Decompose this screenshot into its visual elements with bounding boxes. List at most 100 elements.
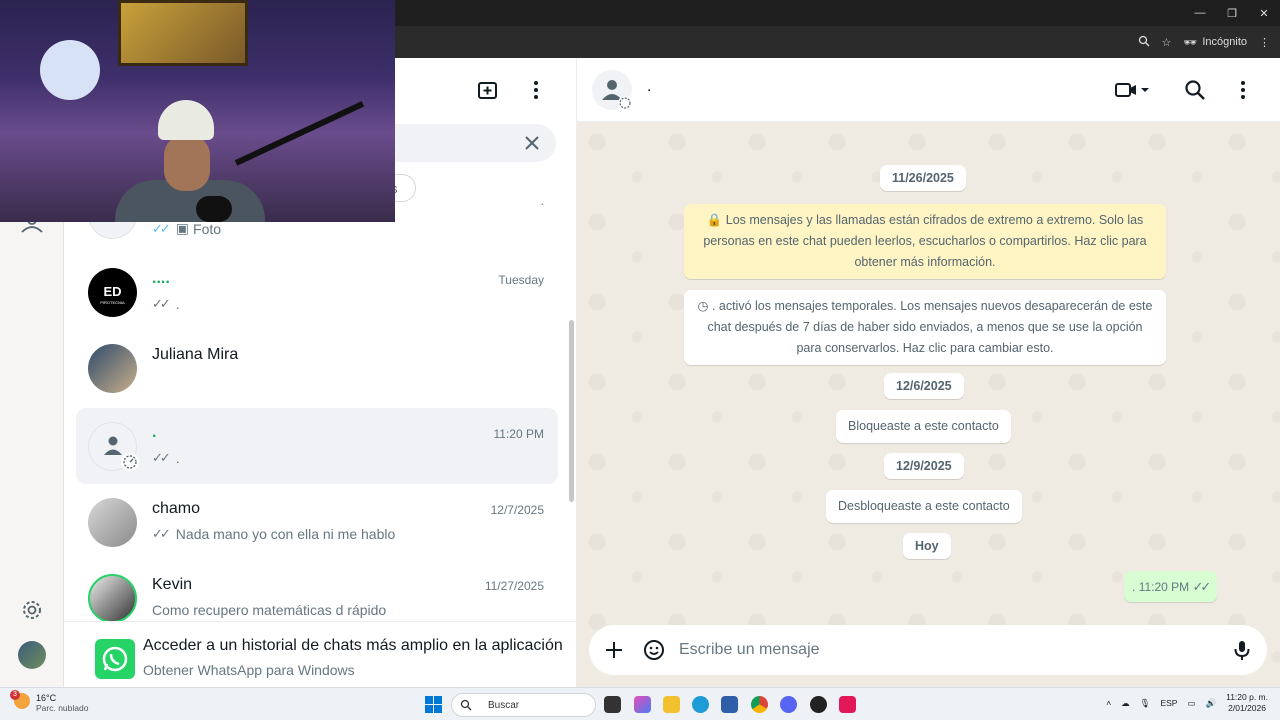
system-tray: ˄ ☁ 🎙 ESP ▭ 🔊 11:20 p. m. 2/01/2026 [1106,692,1268,714]
chat-last-message: ✓✓ . [152,296,180,312]
profile-avatar[interactable] [18,641,46,669]
whatsapp-logo-icon [95,639,135,679]
timer-icon [121,453,139,471]
chat-time: 12/7/2025 [490,503,544,517]
chat-time: 11/27/2025 [484,579,544,593]
chat-name: Kevin [152,576,193,593]
search-icon [460,699,472,711]
menu-kebab-icon[interactable] [524,78,548,102]
avatar-logo-subtext: PIROTECNIA [100,300,125,305]
task-view-icon[interactable] [604,696,621,713]
unblocked-notice: Desbloqueaste a este contacto [826,490,1022,523]
delivered-ticks-icon: ✓✓ [152,450,171,465]
language-indicator[interactable]: ESP [1160,698,1177,708]
conversation-header[interactable]: . [577,58,1280,122]
minimize-button[interactable]: — [1184,0,1216,26]
outgoing-message[interactable]: . 11:20 PM ✓✓ [1124,571,1217,602]
message-preview: . [175,296,180,312]
browser-menu-icon[interactable]: ⋮ [1259,36,1270,49]
chat-name: chamo [152,500,201,517]
chat-name: .... [152,270,170,287]
incognito-label: Incógnito [1202,36,1247,48]
message-preview: Nada mano yo con ella ni me hablo [175,526,396,542]
restore-button[interactable]: ❐ [1216,0,1248,26]
windows-taskbar: 3 16°C Parc. nublado Buscar ˄ ☁ 🎙 ESP ▭ … [0,687,1280,720]
contact-name[interactable]: . [647,78,651,96]
chat-list-item-active[interactable]: . 11:20 PM ✓✓ . [76,408,558,484]
message-composer [589,625,1267,675]
microphone [196,196,232,222]
attach-plus-icon[interactable] [602,638,626,662]
app-icon[interactable] [810,696,827,713]
chat-time: 11:20 PM [493,427,544,441]
contact-avatar [88,344,137,393]
person-cap [158,100,214,140]
incognito-icon: 🕶 [1183,36,1198,49]
read-ticks-icon: ✓✓ [152,220,171,236]
search-icon[interactable] [1183,78,1207,102]
chat-list-item[interactable]: chamo 12/7/2025 ✓✓ Nada mano yo con ella… [76,484,558,560]
chat-list-scrollbar[interactable] [569,320,574,502]
incognito-indicator[interactable]: 🕶 Incógnito [1183,36,1247,49]
delivered-ticks-icon: ✓✓ [152,526,171,541]
contact-avatar: ED PIROTECNIA [88,268,137,317]
new-chat-icon[interactable] [476,78,500,102]
menu-kebab-icon[interactable] [1231,78,1255,102]
microphone-icon[interactable] [1230,638,1254,662]
file-explorer-icon[interactable] [663,696,680,713]
avatar-logo-text: ED [103,284,122,299]
date-divider: 12/9/2025 [884,453,964,479]
delivered-ticks-icon: ✓✓ [1192,579,1212,594]
cloud-off-icon[interactable]: ☁ [1121,698,1130,709]
zoom-icon[interactable] [1138,35,1150,50]
chevron-up-icon[interactable]: ˄ [1106,698,1111,708]
network-icon[interactable]: ▭ [1187,698,1195,709]
message-input[interactable] [679,638,1199,662]
mic-arm [234,101,365,166]
clock[interactable]: 11:20 p. m. 2/01/2026 [1226,692,1268,714]
banner-link[interactable]: Obtener WhatsApp para Windows [143,662,355,678]
sticker-emoji-icon[interactable] [642,638,666,662]
edge-icon[interactable] [692,696,709,713]
taskbar-search[interactable]: Buscar [451,693,596,717]
mic-tray-icon[interactable]: 🎙 [1140,698,1151,709]
windows-start-icon[interactable] [425,696,442,713]
copilot-icon[interactable] [634,696,651,713]
discord-icon[interactable] [780,696,797,713]
conversation-panel: . 11/26/2025 🔒 Los mensajes y las llamad… [577,58,1280,687]
settings-gear-icon[interactable] [20,598,44,622]
store-icon[interactable] [721,696,738,713]
bookmark-star-icon[interactable]: ☆ [1162,36,1172,49]
video-call-icon[interactable] [1114,78,1138,102]
webcam-overlay [0,0,395,222]
photo-icon: ▣ [175,220,190,236]
chrome-icon[interactable] [751,696,768,713]
wall-painting [118,0,248,66]
contact-avatar[interactable] [592,70,632,110]
volume-icon[interactable]: 🔊 [1206,698,1217,709]
chat-list-item[interactable]: ED PIROTECNIA .... Tuesday ✓✓ . [76,254,558,330]
weather-badge: 3 [10,690,20,700]
close-window-button[interactable]: ✕ [1248,0,1280,26]
message-time: 11:20 PM [1138,580,1190,594]
lock-icon: 🔒 [706,213,723,227]
contact-avatar [88,498,137,547]
chat-list-item[interactable]: Juliana Mira [76,330,558,406]
tiktok-icon[interactable] [839,696,856,713]
weather-icon: 3 [10,690,30,709]
disappearing-messages-notice[interactable]: ◷ . activó los mensajes temporales. Los … [684,290,1166,365]
encryption-notice[interactable]: 🔒 Los mensajes y las llamadas están cifr… [684,204,1166,279]
encryption-text: Los mensajes y las llamadas están cifrad… [703,213,1147,269]
download-app-banner[interactable]: Acceder a un historial de chats más ampl… [64,621,576,687]
weather-desc: Parc. nublado [36,703,89,713]
weather-widget[interactable]: 3 16°C Parc. nublado [10,690,89,713]
banner-title: Acceder a un historial de chats más ampl… [143,637,563,654]
clock-date: 2/01/2026 [1228,703,1266,713]
clear-search-icon[interactable] [522,133,542,153]
chevron-down-icon[interactable] [1139,78,1151,102]
contact-avatar-status [88,574,137,623]
clock-time: 11:20 p. m. [1226,692,1268,702]
message-text: . [1132,580,1136,594]
message-preview: . [175,450,180,466]
chat-last-message: ✓✓ ▣ Foto [152,220,221,237]
